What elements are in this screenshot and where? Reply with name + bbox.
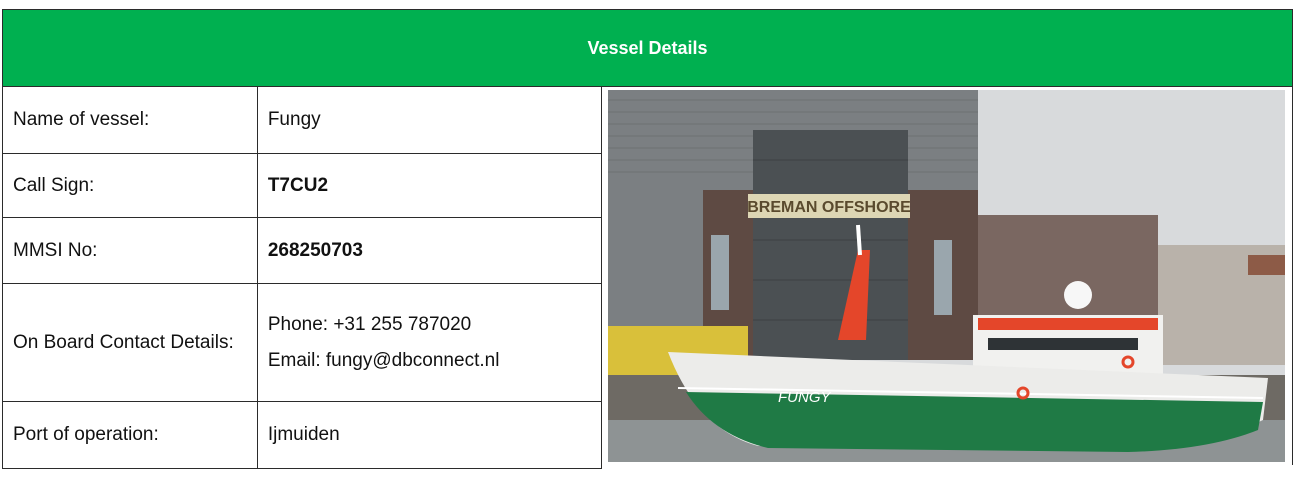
vessel-details-table: Name of vessel: Fungy Call Sign: T7CU2 M… <box>2 86 603 469</box>
phone-value: Phone: +31 255 787020 <box>267 313 472 335</box>
far-building-windows <box>1248 255 1285 275</box>
contact-label-cell: On Board Contact Details: <box>2 283 258 402</box>
mmsi-value: 268250703 <box>256 217 603 284</box>
contact-label: On Board Contact Details: <box>13 332 234 353</box>
table-row: Port of operation: Ijmuiden <box>2 401 603 469</box>
email-value[interactable]: Email: fungy@dbconnect.nl <box>268 346 591 376</box>
vessel-photo: BREMAN OFFSHORE FUNGY <box>608 90 1285 462</box>
call-sign-value: T7CU2 <box>256 153 603 218</box>
table-row: MMSI No: 268250703 <box>2 217 603 284</box>
window <box>934 240 952 315</box>
section-title: Vessel Details <box>587 37 708 58</box>
table-row: Name of vessel: Fungy <box>2 86 603 154</box>
hull-name-text: FUNGY <box>778 389 831 406</box>
hull <box>686 392 1263 452</box>
section-header: Vessel Details <box>2 9 1293 87</box>
vessel-name-value: Fungy <box>256 86 603 154</box>
vessel-name-label: Name of vessel: <box>2 86 258 154</box>
port-label: Port of operation: <box>2 401 258 469</box>
contact-value-cell: Phone: +31 255 787020 Email: fungy@dbcon… <box>256 283 603 402</box>
table-row: Call Sign: T7CU2 <box>2 153 603 218</box>
window <box>711 235 729 310</box>
hangar-door <box>753 130 908 360</box>
mast-top <box>856 224 862 256</box>
vessel-details-page: Vessel Details Name of vessel: Fungy Cal… <box>0 0 1295 497</box>
photo-cell: BREMAN OFFSHORE FUNGY <box>602 86 1293 465</box>
port-value: Ijmuiden <box>256 401 603 469</box>
call-sign-label: Call Sign: <box>2 153 258 218</box>
mmsi-label: MMSI No: <box>2 217 258 284</box>
table-row: On Board Contact Details: Phone: +31 255… <box>2 283 603 402</box>
building-sign-text: BREMAN OFFSHORE <box>747 199 911 216</box>
radome <box>1064 281 1092 309</box>
wheelhouse-band <box>978 318 1158 330</box>
wheelhouse-windows <box>988 338 1138 350</box>
